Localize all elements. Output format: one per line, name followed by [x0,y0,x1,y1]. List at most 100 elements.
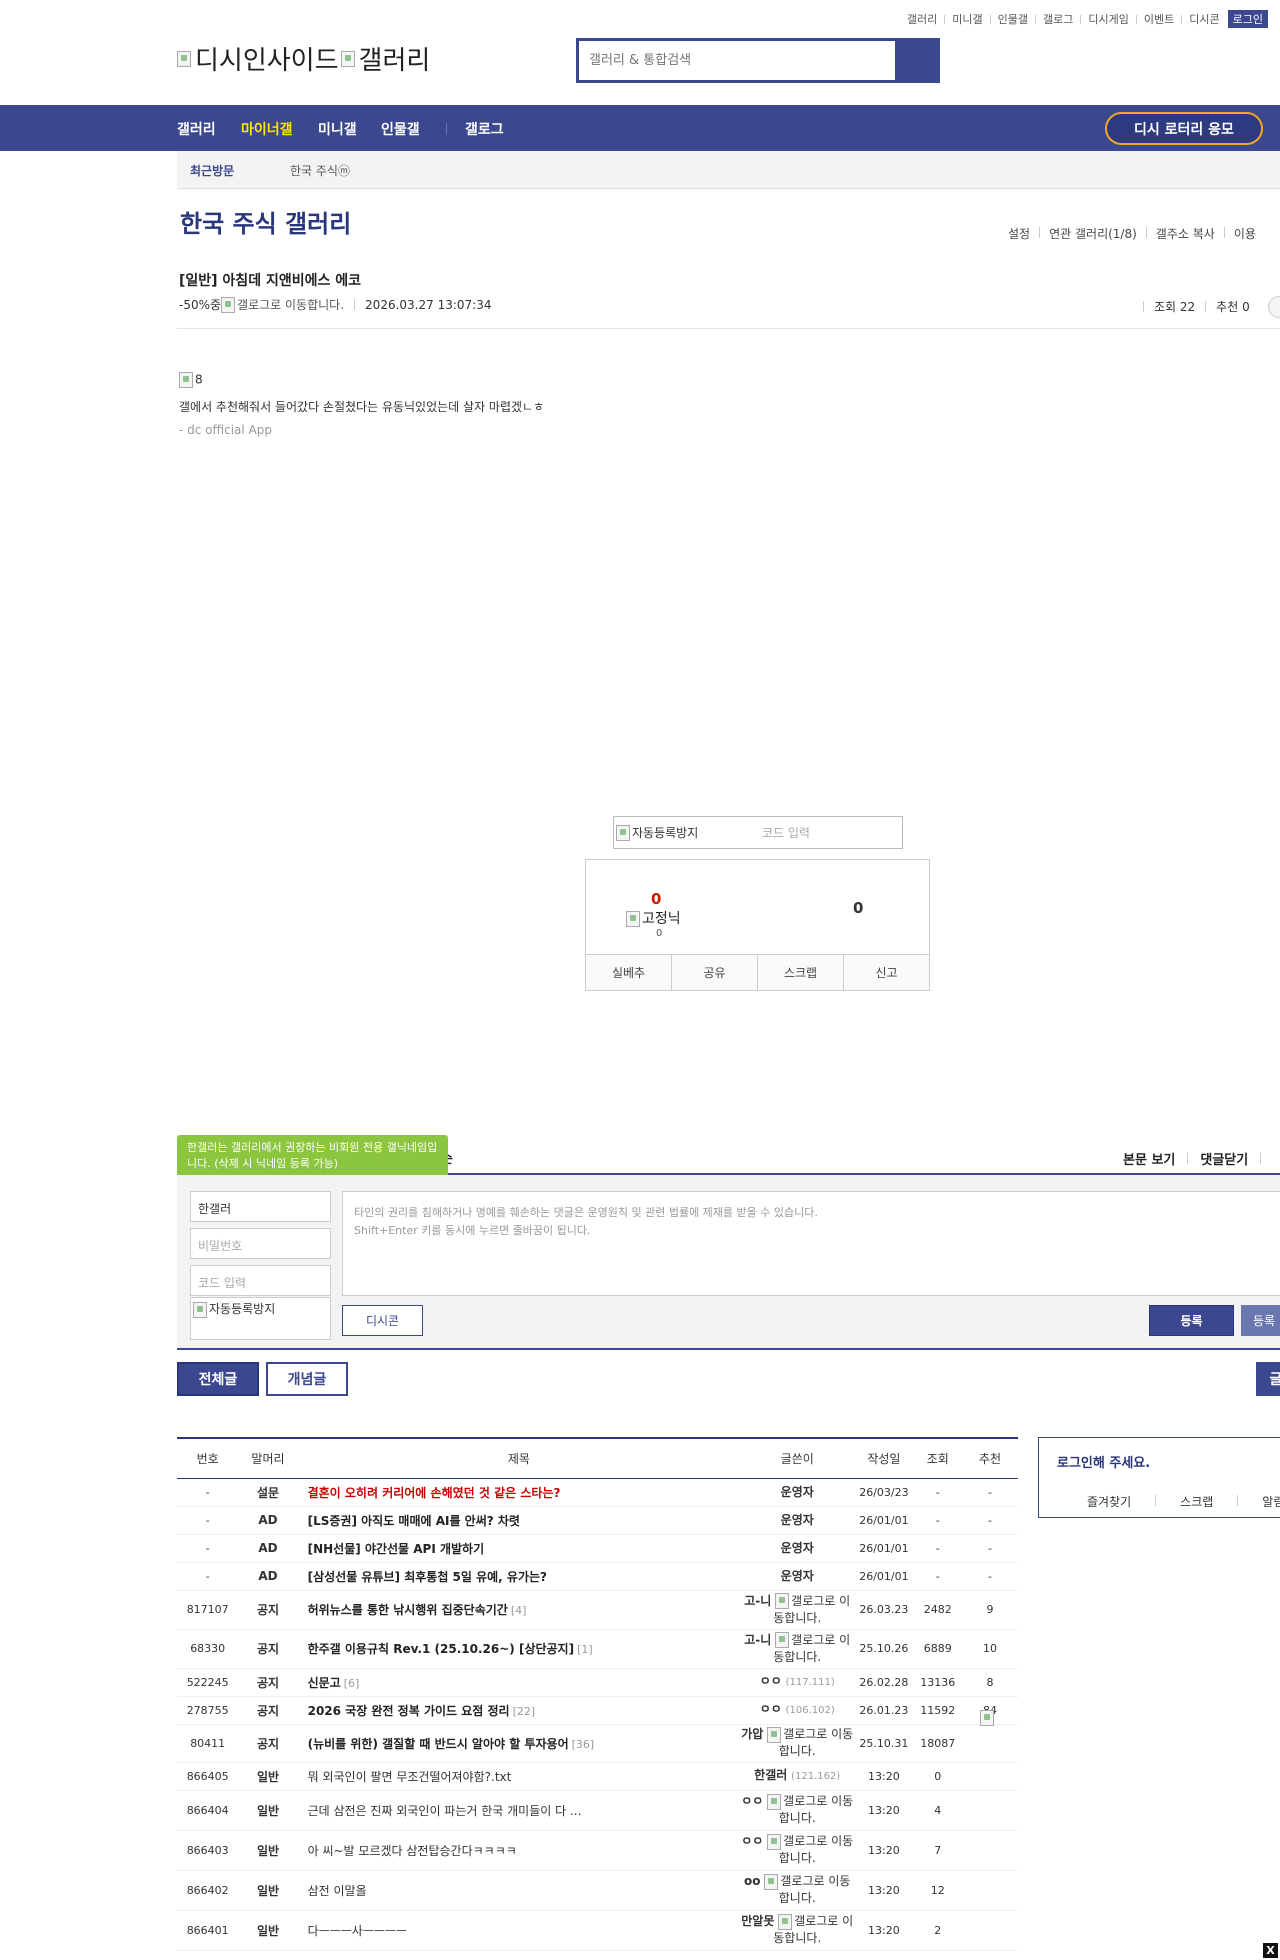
post-title-cell[interactable]: [LS증권] 아직도 매매에 AI를 안써? 차렷 [297,1506,741,1535]
comment-password-input[interactable]: 비밀번호 [190,1228,331,1259]
top-link-dcgame[interactable]: 디시게임 [1088,11,1128,27]
close-banner-button[interactable]: X [1263,1943,1278,1958]
post-row[interactable]: - 설문 결혼이 오히려 커리어에 손해였던 것 같은 스타는? 운영자 26/03/2… [177,1478,1018,1507]
post-row[interactable]: 866401 일반 다ㅡㅡㅡ사ㅡㅡㅡㅡ 만알못 갤로그로 이동합니다. 13:20 2 [177,1910,1018,1951]
post-title-link[interactable]: 2026 국장 완전 정복 가이드 요점 정리 [308,1704,510,1718]
nav-gallery[interactable]: 갤러리 [177,119,216,139]
writer-nick[interactable]: 만알못 [741,1914,774,1928]
post-title-cell[interactable]: 신문고 [6] [297,1668,741,1697]
comment-submit-button[interactable]: 등록 [1149,1305,1234,1336]
comment-count[interactable]: [4] [511,1604,527,1617]
comment-name-input[interactable]: 한갤러 [190,1191,331,1222]
comment-count[interactable]: [6] [344,1677,360,1690]
post-author[interactable]: -50%중 [179,296,221,313]
writer-nick[interactable]: 고-니 [744,1594,771,1608]
writer-nick[interactable]: 운영자 [781,1513,814,1527]
post-title-link[interactable]: 허위뉴스를 통한 낚시행위 집중단속기간 [308,1603,508,1617]
post-title-link[interactable]: (뉴비를 위한) 갤질할 때 반드시 알아야 할 투자용어 [308,1737,569,1751]
writer-nick[interactable]: ㅇㅇ [741,1794,763,1808]
writer-nick[interactable]: 운영자 [781,1485,814,1499]
site-logo[interactable]: 디시인사이드 갤러리 [177,40,430,77]
comment-submit-recommend-button[interactable]: 등록 [1241,1305,1280,1336]
gallery-menu-usage[interactable]: 이용 [1234,225,1256,242]
post-more-button[interactable] [1268,296,1280,318]
post-title-cell[interactable]: 아 씨~발 모르겠다 삼전탑승간다ㅋㅋㅋㅋ [297,1830,741,1871]
favorites-link[interactable]: 즐겨찾기 [1087,1493,1131,1510]
post-row[interactable]: 866405 일반 뭐 외국인이 팔면 무조건떨어져야함?.txt 한갤러 (121.… [177,1762,1018,1791]
captcha-code-input[interactable]: 코드 입력 [762,824,810,841]
post-title-cell[interactable]: 다ㅡㅡㅡ사ㅡㅡㅡㅡ [297,1910,741,1951]
comment-count[interactable]: [36] [572,1738,595,1751]
post-row[interactable]: 866403 일반 아 씨~발 모르겠다 삼전탑승간다ㅋㅋㅋㅋ ㅇㅇ 갤로그로 이동합… [177,1830,1018,1871]
writer-nick[interactable]: 운영자 [781,1569,814,1583]
top-link-gallery[interactable]: 갤러리 [907,11,937,27]
top-link-dccon[interactable]: 디시콘 [1189,11,1219,27]
post-row[interactable]: - AD [LS증권] 아직도 매매에 AI를 안써? 차렷 운영자 26/01/01-… [177,1506,1018,1535]
post-title-link[interactable]: 신문고 [308,1676,341,1690]
nav-minor-gallery[interactable]: 마이너갤 [241,119,293,139]
post-title-cell[interactable]: 삼전 이말올 [297,1870,741,1911]
report-button[interactable]: 신고 [844,955,929,990]
dccon-button[interactable]: 디시콘 [342,1305,423,1336]
post-row[interactable]: 866404 일반 근데 삼전은 진짜 외국인이 파는거 한국 개미들이 다 ...… [177,1790,1018,1831]
login-prompt[interactable]: 로그인해 주세요. [1057,1452,1150,1471]
post-row[interactable]: 278755 공지 2026 국장 완전 정복 가이드 요점 정리 [22] ㅇㅇ (1… [177,1696,1018,1725]
close-comments-link[interactable]: 댓글닫기 [1200,1149,1248,1168]
writer-gallog-alt[interactable]: 갤로그로 이동합니다. [779,1834,853,1865]
post-title-link[interactable]: 다ㅡㅡㅡ사ㅡㅡㅡㅡ [308,1924,407,1938]
post-title-link[interactable]: [NH선물] 야간선물 API 개발하기 [308,1542,485,1556]
writer-gallog-alt[interactable]: 갤로그로 이동합니다. [779,1874,851,1905]
post-title-cell[interactable]: [삼성선물 유튜브] 최후통첩 5일 유예, 유가는? [297,1562,741,1591]
search-input[interactable] [579,41,895,80]
post-row[interactable]: 522245 공지 신문고 [6] ㅇㅇ (117.111) 26.02.28 13136 8 [177,1668,1018,1697]
nav-person-gallery[interactable]: 인물갤 [381,119,420,139]
post-row[interactable]: 866402 일반 삼전 이말올 oo 갤로그로 이동합니다. 13:20 12 [177,1870,1018,1911]
post-title-link[interactable]: [삼성선물 유튜브] 최후통첩 5일 유예, 유가는? [308,1570,547,1584]
writer-gallog-alt[interactable]: 갤로그로 이동합니다. [779,1727,853,1758]
writer-nick[interactable]: ㅇㅇ [760,1674,782,1688]
login-button[interactable]: 로그인 [1227,10,1268,28]
writer-nick[interactable]: 운영자 [781,1541,814,1555]
post-title-link[interactable]: 삼전 이말올 [308,1884,367,1898]
post-title-link[interactable]: 뭐 외국인이 팔면 무조건떨어져야함?.txt [308,1770,512,1784]
post-title-link[interactable]: 근데 삼전은 진짜 외국인이 파는거 한국 개미들이 다 ... [308,1804,582,1818]
col-recommend[interactable]: 추천 [961,1437,1018,1479]
post-title-link[interactable]: 한주갤 이용규칙 Rev.1 (25.10.26~) [상단공지] [308,1642,575,1656]
col-head[interactable]: 말머리 [238,1437,298,1479]
nav-gallog[interactable]: 갤로그 [465,119,504,139]
view-body-link[interactable]: 본문 보기 [1123,1149,1175,1168]
recent-visit-label[interactable]: 최근방문 [190,162,234,179]
gallery-menu-copy-url[interactable]: 갤주소 복사 [1156,225,1215,242]
scrap-link[interactable]: 스크랩 [1180,1493,1213,1510]
writer-nick[interactable]: 고-니 [744,1633,771,1647]
col-views[interactable]: 조회 [913,1437,962,1479]
comment-count[interactable]: [22] [513,1705,536,1718]
post-title-cell[interactable]: 근데 삼전은 진짜 외국인이 파는거 한국 개미들이 다 ... [297,1790,741,1831]
tab-all-posts[interactable]: 전체글 [177,1362,259,1396]
post-title-link[interactable]: [LS증권] 아직도 매매에 AI를 안써? 차렷 [308,1514,520,1528]
alarm-link[interactable]: 알림 [1262,1493,1280,1510]
search-button[interactable] [895,41,937,80]
post-row[interactable]: 817107 공지 허위뉴스를 통한 낚시행위 집중단속기간 [4] 고-니 갤로그로 … [177,1590,1018,1630]
lottery-button[interactable]: 디시 로터리 응모 [1105,112,1263,145]
post-row[interactable]: - AD [NH선물] 야간선물 API 개발하기 운영자 26/01/01- - [177,1534,1018,1563]
post-title-cell[interactable]: (뉴비를 위한) 갤질할 때 반드시 알아야 할 투자용어 [36] [297,1724,741,1763]
writer-nick[interactable]: ㅇㅇ [741,1834,763,1848]
scrap-button[interactable]: 스크랩 [758,955,844,990]
post-row[interactable]: 80411 공지 (뉴비를 위한) 갤질할 때 반드시 알아야 할 투자용어 [36]… [177,1724,1018,1763]
tab-concept-posts[interactable]: 개념글 [266,1362,348,1396]
top-link-persongal[interactable]: 인물갤 [998,11,1028,27]
post-title-link[interactable]: 결혼이 오히려 커리어에 손해였던 것 같은 스타는? [308,1486,561,1500]
post-author-gallog-alt[interactable]: 갤로그로 이동합니다. [237,296,344,313]
comment-count[interactable]: [1] [577,1643,593,1656]
post-title-cell[interactable]: 뭐 외국인이 팔면 무조건떨어져야함?.txt [297,1762,741,1791]
writer-gallog-alt[interactable]: 갤로그로 이동합니다. [779,1794,853,1825]
post-title-cell[interactable]: 한주갤 이용규칙 Rev.1 (25.10.26~) [상단공지] [1] [297,1629,741,1669]
writer-nick[interactable]: ㅇㅇ [760,1702,782,1716]
floating-banner-image[interactable] [980,1710,996,1726]
writer-nick[interactable]: 가압 [741,1727,763,1741]
share-button[interactable]: 공유 [672,955,758,990]
gallery-menu-settings[interactable]: 설정 [1008,225,1030,242]
write-button[interactable]: 글 [1256,1362,1280,1396]
post-row[interactable]: 68330 공지 한주갤 이용규칙 Rev.1 (25.10.26~) [상단공지]… [177,1629,1018,1669]
